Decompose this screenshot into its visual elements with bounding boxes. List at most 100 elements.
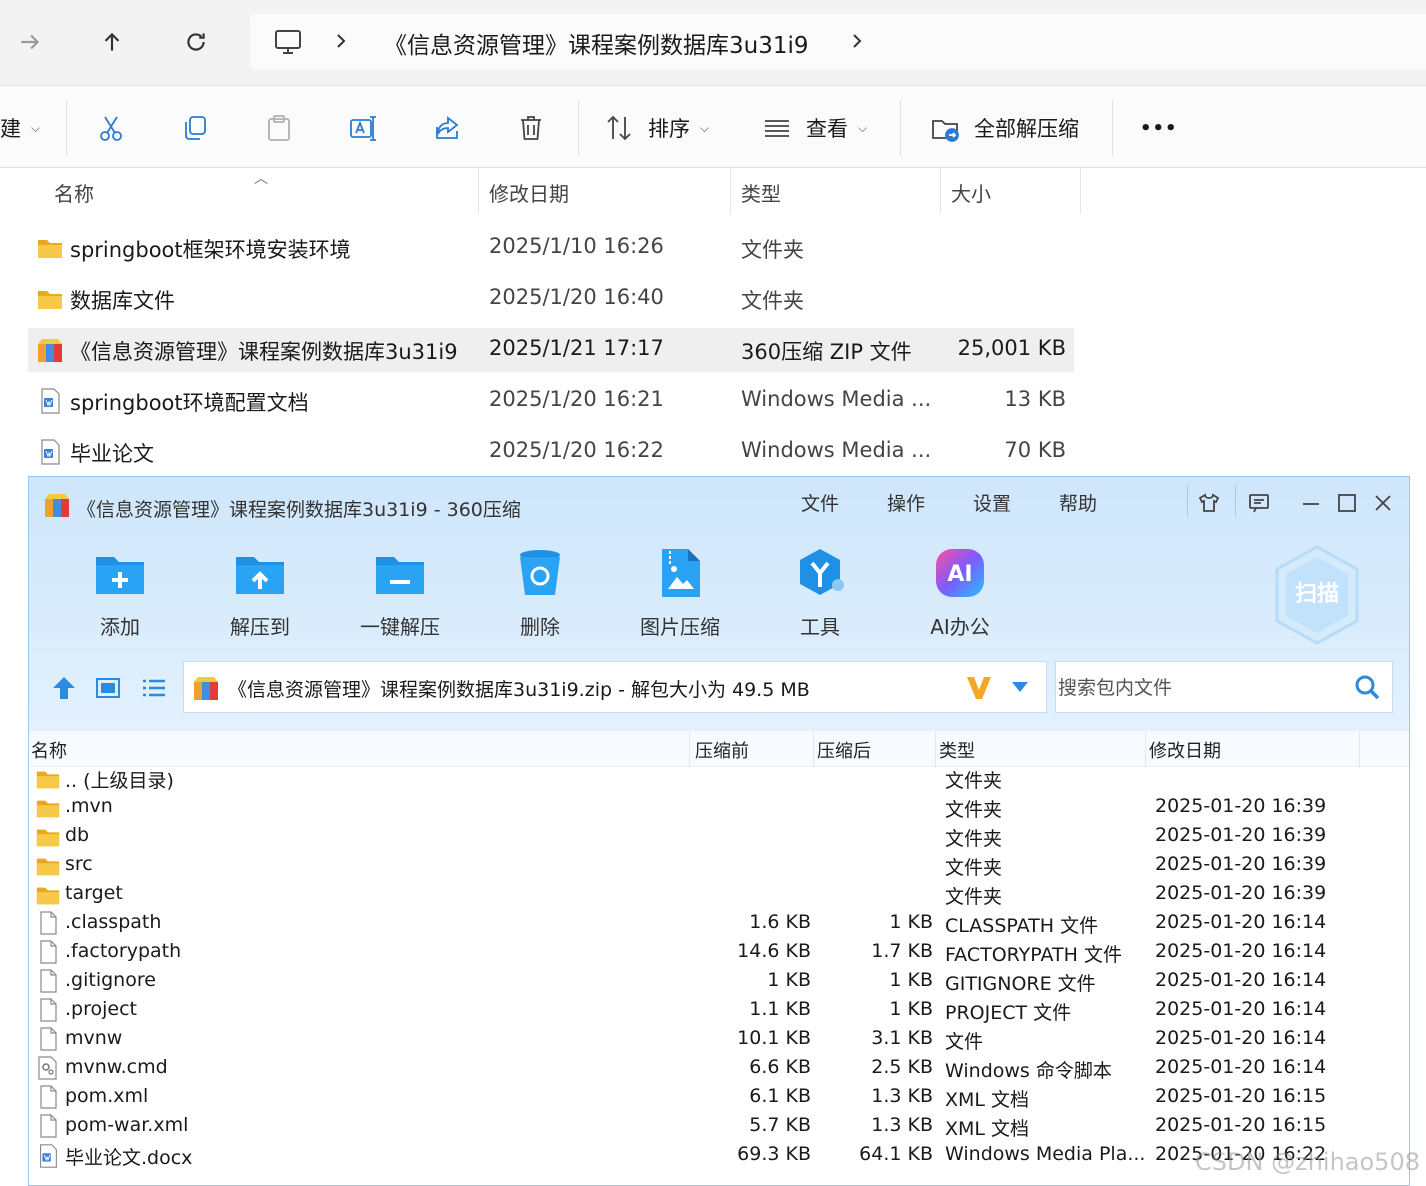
- zip-column-before[interactable]: 压缩前: [695, 737, 749, 763]
- column-divider[interactable]: [1359, 731, 1360, 767]
- zip-row[interactable]: mvnw.cmd 6.6 KB 2.5 KB Windows 命令脚本 2025-01-…: [29, 1054, 1409, 1083]
- menu-settings[interactable]: 设置: [973, 489, 1011, 516]
- address-path[interactable]: 《信息资源管理》课程案例数据库3u31i9: [384, 26, 809, 60]
- address-box[interactable]: 《信息资源管理》课程案例数据库3u31i9: [250, 14, 1426, 70]
- menu-file[interactable]: 文件: [801, 489, 839, 516]
- cut-button[interactable]: [96, 106, 126, 150]
- column-divider[interactable]: [935, 731, 936, 767]
- file-date: 2025/1/20 16:40: [489, 285, 664, 309]
- tool-image-compress[interactable]: 图片压缩: [623, 545, 733, 645]
- zip-row[interactable]: src 文件夹 2025-01-20 16:39: [29, 851, 1409, 880]
- zip-entry-name: mvnw.cmd: [65, 1056, 168, 1078]
- tool-one-click-extract[interactable]: 一键解压: [343, 545, 453, 645]
- zip-search-input[interactable]: [1058, 674, 1348, 702]
- column-divider[interactable]: [1145, 731, 1146, 767]
- new-button[interactable]: 建 ⌵: [0, 106, 40, 150]
- up-button[interactable]: [92, 22, 132, 62]
- copy-button[interactable]: [180, 106, 210, 150]
- zip-row[interactable]: .classpath 1.6 KB 1 KB CLASSPATH 文件 2025-01-…: [29, 909, 1409, 938]
- sort-button[interactable]: 排序 ⌵: [604, 106, 709, 150]
- zip-row[interactable]: .project 1.1 KB 1 KB PROJECT 文件 2025-01-20 1…: [29, 996, 1409, 1025]
- file-icon: [35, 911, 61, 935]
- thumbnail-view-icon[interactable]: [93, 673, 123, 703]
- detail-list-icon[interactable]: [139, 673, 169, 703]
- feedback-button[interactable]: [1245, 489, 1273, 517]
- extract-all-button[interactable]: 全部解压缩: [930, 106, 1079, 150]
- paste-button[interactable]: [264, 106, 294, 150]
- delete-button[interactable]: [516, 106, 546, 150]
- column-divider[interactable]: [689, 731, 690, 767]
- column-size[interactable]: 大小: [951, 178, 991, 207]
- file-row[interactable]: springboot环境配置文档 2025/1/20 16:21 Windows M…: [28, 379, 1074, 423]
- tool-ai-office[interactable]: AI AI办公: [903, 545, 1013, 645]
- column-divider[interactable]: [813, 731, 814, 767]
- share-button[interactable]: [432, 106, 462, 150]
- up-level-icon[interactable]: [49, 673, 79, 703]
- file-row[interactable]: 毕业论文 2025/1/20 16:22 Windows Media ... 70 K…: [28, 430, 1074, 474]
- file-size: 70 KB: [1004, 438, 1066, 462]
- column-date[interactable]: 修改日期: [489, 178, 569, 207]
- zip-archive-icon: [194, 677, 218, 700]
- zip-row[interactable]: .. (上级目录) 文件夹: [29, 764, 1409, 793]
- chevron-down-icon: ⌵: [31, 120, 41, 135]
- close-button[interactable]: [1369, 489, 1397, 517]
- column-divider[interactable]: [730, 168, 731, 214]
- tool-delete[interactable]: 删除: [483, 545, 593, 645]
- menu-operation[interactable]: 操作: [887, 489, 925, 516]
- zip-entry-size-before: 14.6 KB: [737, 940, 811, 962]
- zip-entry-size-before: 1 KB: [767, 969, 811, 991]
- file-row[interactable]: 《信息资源管理》课程案例数据库3u31i9 2025/1/21 17:17 360压…: [28, 328, 1074, 372]
- zip-entry-name: .. (上级目录): [65, 770, 174, 792]
- forward-button[interactable]: [10, 22, 50, 62]
- cmd-script-icon: [35, 1056, 61, 1080]
- zip-entry-size-after: 1 KB: [889, 969, 933, 991]
- dropdown-arrow-icon[interactable]: [1010, 680, 1030, 694]
- zip-row[interactable]: target 文件夹 2025-01-20 16:39: [29, 880, 1409, 909]
- zip-column-after[interactable]: 压缩后: [817, 737, 871, 763]
- view-button[interactable]: 查看 ⌵: [762, 106, 867, 150]
- refresh-button[interactable]: [176, 22, 216, 62]
- file-row[interactable]: 数据库文件 2025/1/20 16:40 文件夹: [28, 277, 1074, 321]
- minimize-button[interactable]: [1297, 489, 1325, 517]
- tools-icon: [800, 549, 844, 595]
- tool-extract-to[interactable]: 解压到: [203, 545, 313, 645]
- zip-column-type[interactable]: 类型: [939, 737, 975, 763]
- rename-button[interactable]: [348, 106, 378, 150]
- zip-entry-type: CLASSPATH 文件: [945, 915, 1099, 937]
- column-divider[interactable]: [940, 168, 941, 214]
- folder-icon: [35, 795, 61, 819]
- tool-tools[interactable]: 工具: [763, 545, 873, 645]
- zip-row[interactable]: mvnw 10.1 KB 3.1 KB 文件 2025-01-20 16:14: [29, 1025, 1409, 1054]
- ai-office-icon: AI: [936, 549, 984, 597]
- menu-help[interactable]: 帮助: [1059, 489, 1097, 516]
- zip-search-box[interactable]: [1055, 661, 1393, 713]
- tool-add[interactable]: 添加: [63, 545, 173, 645]
- zip-row[interactable]: .mvn 文件夹 2025-01-20 16:39: [29, 793, 1409, 822]
- zip-entry-size-after: 1 KB: [889, 911, 933, 933]
- zip-column-name[interactable]: 名称: [31, 737, 67, 763]
- column-divider[interactable]: [1080, 168, 1081, 214]
- zip-window-title: 《信息资源管理》课程案例数据库3u31i9 - 360压缩: [77, 499, 521, 521]
- v-logo-icon[interactable]: [964, 672, 994, 702]
- zip-entry-date: 2025-01-20 16:14: [1155, 998, 1327, 1020]
- zip-column-date[interactable]: 修改日期: [1149, 737, 1221, 763]
- file-row[interactable]: springboot框架环境安装环境 2025/1/10 16:26 文件夹: [28, 226, 1074, 270]
- maximize-button[interactable]: [1333, 489, 1361, 517]
- file-size: 25,001 KB: [957, 336, 1066, 360]
- zip-row[interactable]: pom.xml 6.1 KB 1.3 KB XML 文档 2025-01-20 16:1…: [29, 1083, 1409, 1112]
- more-options-button[interactable]: •••: [1140, 106, 1178, 150]
- folder-icon: [35, 766, 61, 790]
- document-icon: [35, 1143, 61, 1168]
- zip-row[interactable]: db 文件夹 2025-01-20 16:39: [29, 822, 1409, 851]
- column-divider[interactable]: [478, 168, 479, 214]
- column-name[interactable]: 名称: [54, 178, 94, 207]
- search-icon[interactable]: [1352, 672, 1382, 702]
- zip-row[interactable]: .factorypath 14.6 KB 1.7 KB FACTORYPATH 文件 2…: [29, 938, 1409, 967]
- zip-path-box[interactable]: 《信息资源管理》课程案例数据库3u31i9.zip - 解包大小为 49.5 M…: [183, 661, 1047, 713]
- zip-row[interactable]: .gitignore 1 KB 1 KB GITIGNORE 文件 2025-01-20…: [29, 967, 1409, 996]
- scan-button[interactable]: 扫描: [1269, 543, 1365, 647]
- skin-button[interactable]: [1195, 489, 1223, 517]
- zip-row[interactable]: pom-war.xml 5.7 KB 1.3 KB XML 文档 2025-01-20 …: [29, 1112, 1409, 1141]
- chevron-right-icon[interactable]: [846, 30, 868, 52]
- column-type[interactable]: 类型: [741, 178, 781, 207]
